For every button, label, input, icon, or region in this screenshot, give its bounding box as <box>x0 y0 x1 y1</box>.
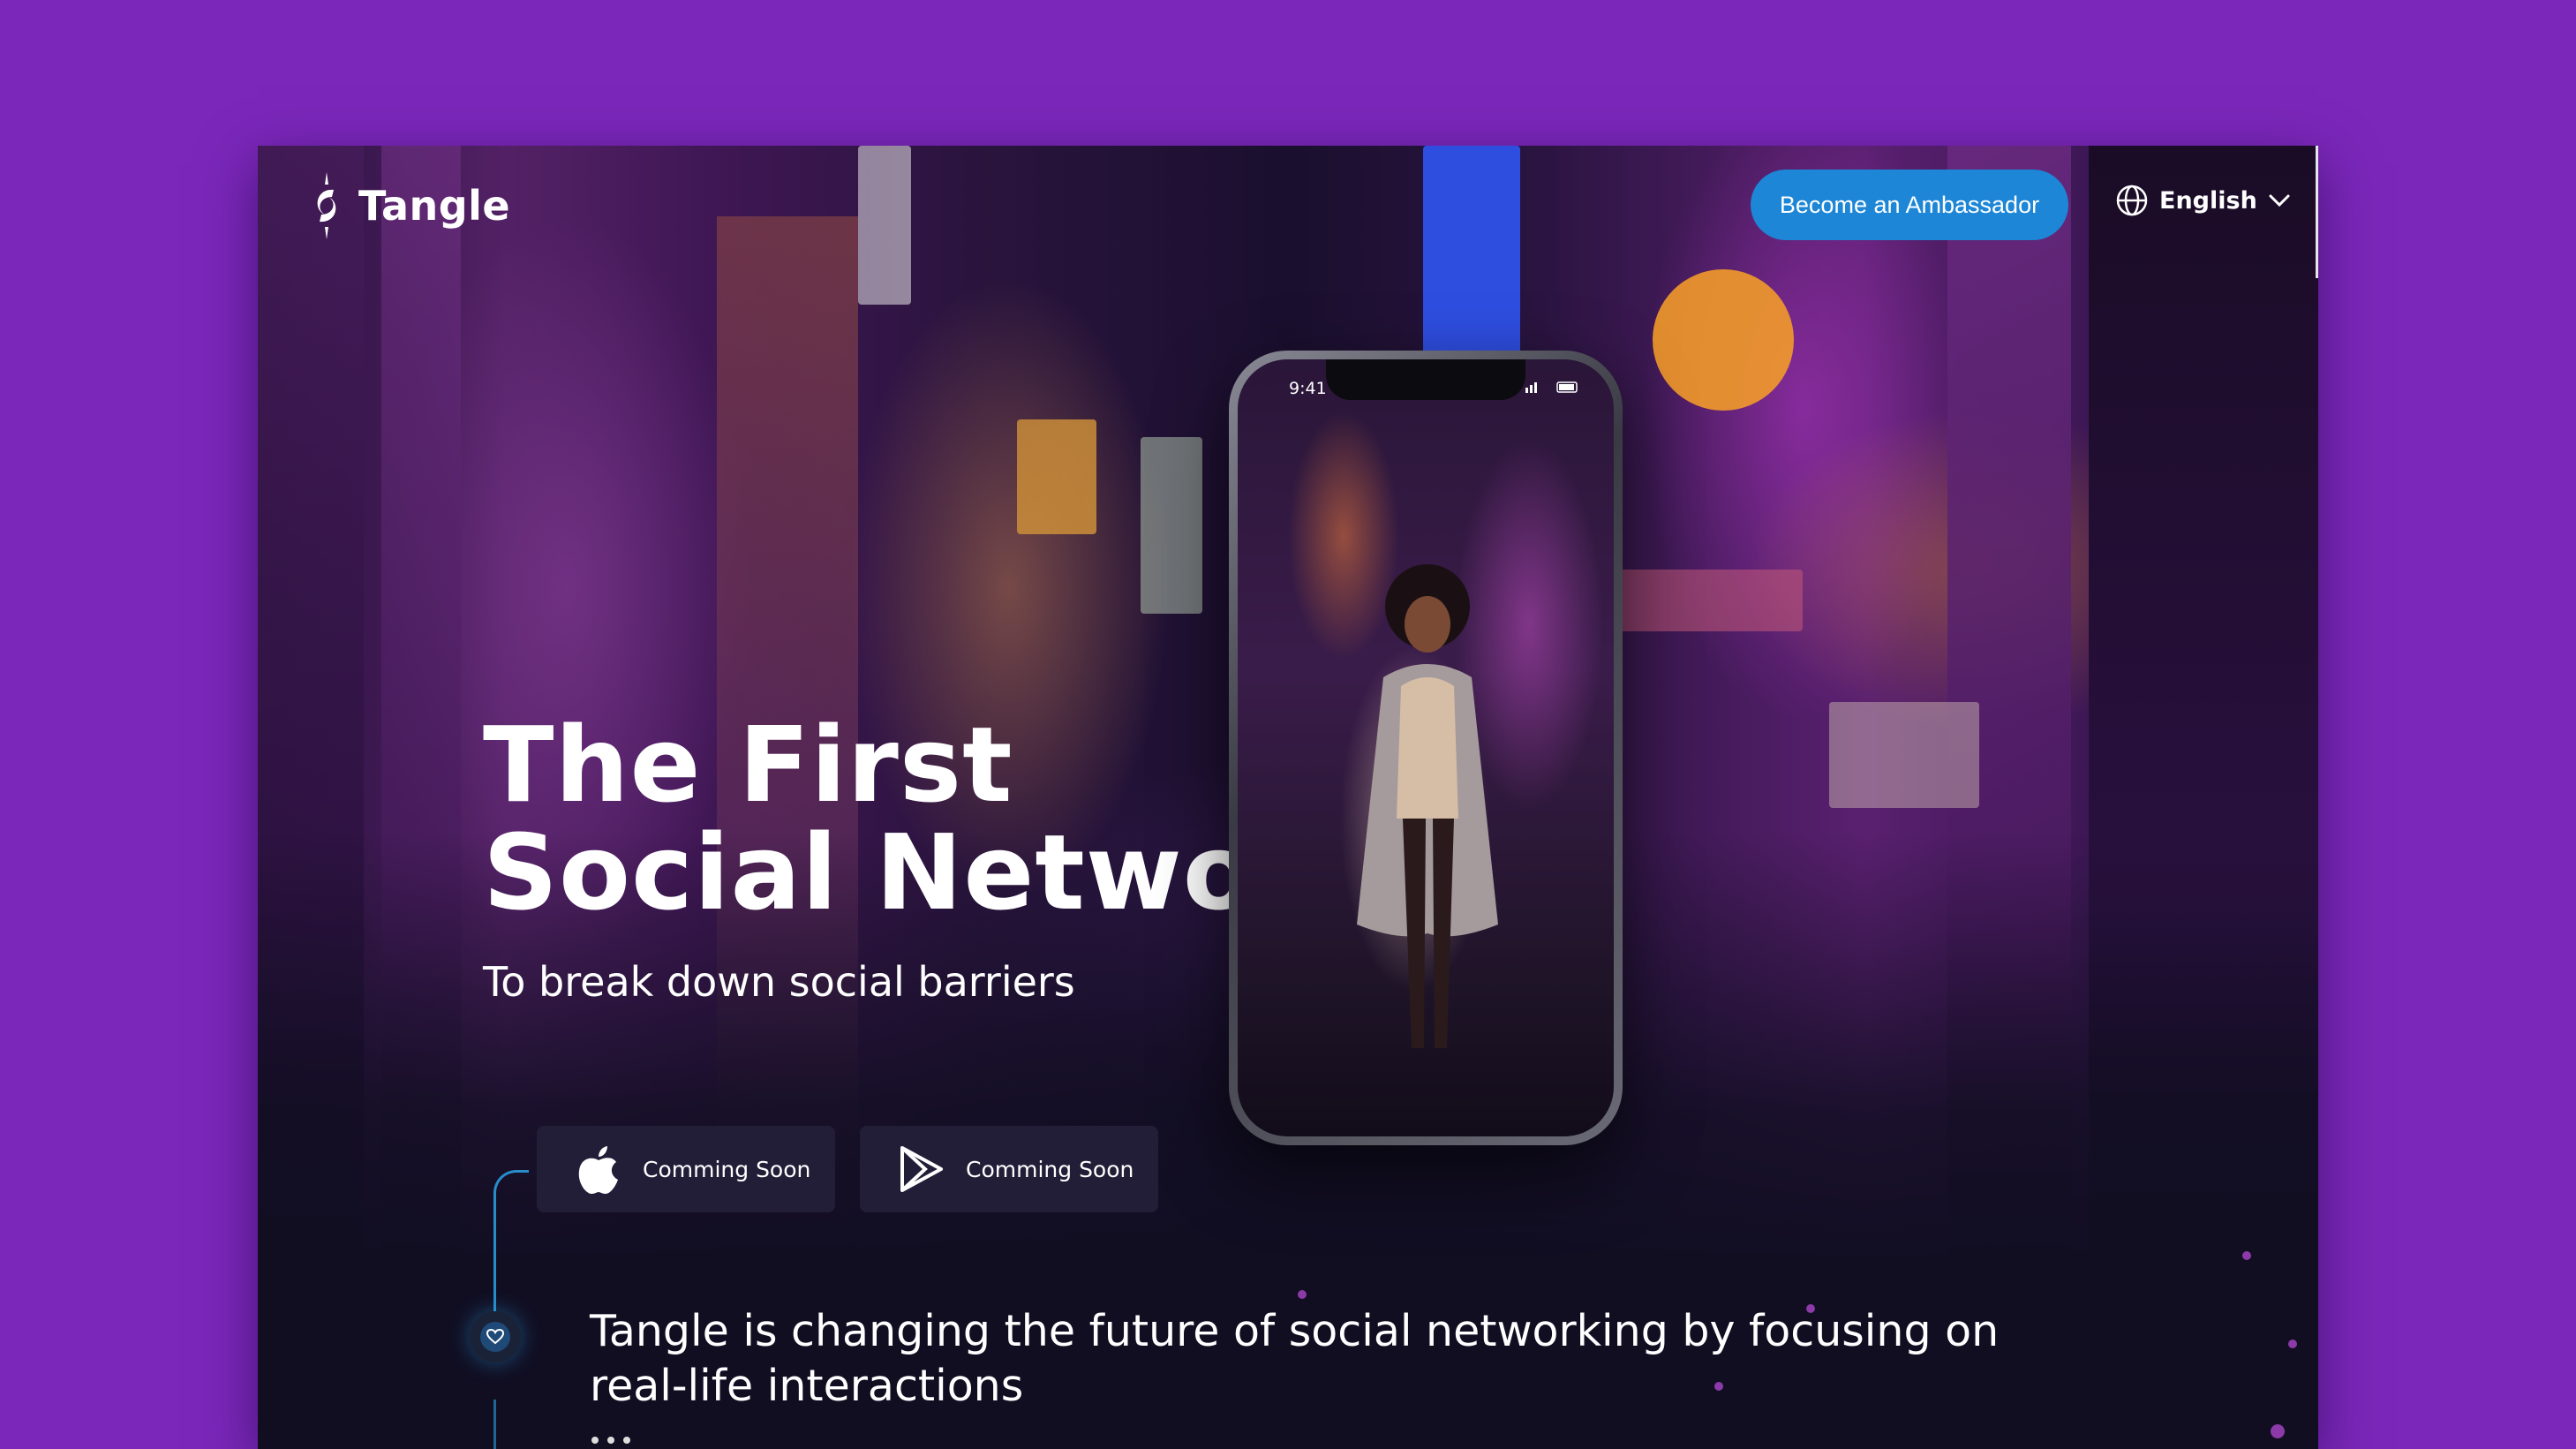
mission-statement: Tangle is changing the future of social … <box>590 1306 2000 1411</box>
network-dot <box>2271 1424 2285 1438</box>
network-dot <box>1298 1290 1307 1299</box>
background-neon-sign <box>1600 570 1803 631</box>
globe-icon <box>2116 185 2148 216</box>
brand-logo[interactable]: Tangle <box>307 170 510 241</box>
language-selector[interactable]: English <box>2115 184 2291 217</box>
phone-notch <box>1326 359 1525 400</box>
heart-icon <box>486 1329 504 1345</box>
google-play-label: Comming Soon <box>966 1156 1134 1182</box>
background-neon-sign <box>1829 702 1979 808</box>
timeline-connector <box>493 1400 496 1449</box>
background-neon-sign <box>1653 269 1794 411</box>
phone-status-icon <box>1525 381 1578 393</box>
network-dot <box>2288 1340 2297 1348</box>
timeline-connector <box>493 1170 529 1311</box>
woman-walking-photo <box>1357 564 1498 1048</box>
more-content-indicator <box>591 1437 630 1444</box>
become-ambassador-button[interactable]: Become an Ambassador <box>1751 170 2068 240</box>
google-play-button[interactable]: Comming Soon <box>860 1126 1158 1212</box>
phone-time: 9:41 <box>1289 379 1327 398</box>
hero-subtitle: To break down social barriers <box>483 958 1075 1006</box>
background-neon-sign <box>1423 146 1520 366</box>
tangle-logo-icon <box>317 172 336 239</box>
app-store-label: Comming Soon <box>643 1156 811 1182</box>
brand-name: Tangle <box>358 182 511 230</box>
language-label: English <box>2159 186 2257 215</box>
apple-icon <box>578 1146 618 1194</box>
app-store-button[interactable]: Comming Soon <box>537 1126 835 1212</box>
chevron-down-icon <box>2269 194 2290 208</box>
phone-mockup: 9:41 <box>1229 351 1623 1145</box>
timeline-node <box>470 1311 521 1362</box>
google-play-icon <box>900 1146 943 1192</box>
landing-page-frame: Tangle Become an Ambassador English The … <box>258 146 2318 1449</box>
phone-screen: 9:41 <box>1238 359 1614 1136</box>
scrollbar-thumb[interactable] <box>2316 146 2318 278</box>
network-dot <box>2242 1251 2251 1260</box>
